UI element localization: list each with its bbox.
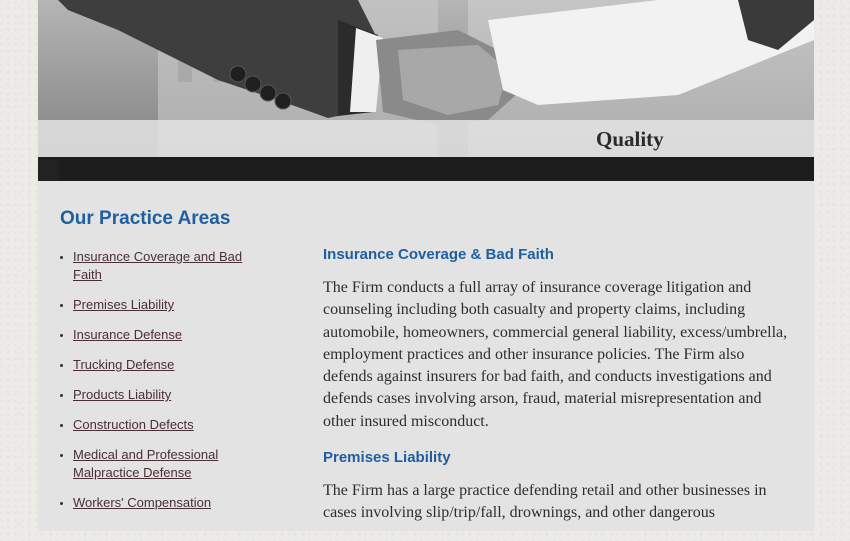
list-item: Insurance Defense	[60, 326, 260, 344]
list-item: Workers' Compensation	[60, 494, 260, 512]
list-item: Construction Defects	[60, 416, 260, 434]
hero-banner: Quality	[38, 0, 814, 181]
practice-link-insurance-defense[interactable]: Insurance Defense	[73, 327, 182, 342]
hero-caption: Quality	[596, 127, 664, 151]
list-item: Medical and Professional Malpractice Def…	[60, 446, 260, 482]
practice-areas-list: Insurance Coverage and Bad Faith Premise…	[60, 248, 260, 512]
section-heading: Insurance Coverage & Bad Faith	[323, 246, 554, 263]
practice-link-construction-defects[interactable]: Construction Defects	[73, 417, 194, 432]
sidebar-title: Our Practice Areas	[60, 208, 231, 229]
practice-link-trucking-defense[interactable]: Trucking Defense	[73, 357, 174, 372]
section-heading: Premises Liability	[323, 449, 451, 467]
page-container: Quality Our Practice Areas Insurance Cov…	[38, 0, 814, 531]
section-insurance-coverage: Insurance Coverage & Bad Faith The Firm …	[323, 246, 798, 433]
hero-caption-band	[38, 120, 814, 157]
list-item: Products Liability	[60, 386, 260, 404]
practice-link-premises-liability[interactable]: Premises Liability	[73, 297, 174, 312]
practice-link-workers-compensation[interactable]: Workers' Compensation	[73, 495, 211, 510]
practice-link-insurance-coverage[interactable]: Insurance Coverage and Bad Faith	[73, 249, 242, 282]
section-body: The Firm conducts a full array of insura…	[323, 279, 788, 430]
section-body: The Firm has a large practice defending …	[323, 482, 767, 522]
section-premises-liability: Premises Liability The Firm has a large …	[323, 449, 798, 525]
main-content: Insurance Coverage & Bad Faith The Firm …	[323, 246, 798, 541]
practice-link-malpractice-defense[interactable]: Medical and Professional Malpractice Def…	[73, 447, 218, 480]
list-item: Premises Liability	[60, 296, 260, 314]
list-item: Trucking Defense	[60, 356, 260, 374]
practice-link-products-liability[interactable]: Products Liability	[73, 387, 171, 402]
practice-areas-sidebar: Our Practice Areas Insurance Coverage an…	[60, 208, 260, 524]
list-item: Insurance Coverage and Bad Faith	[60, 248, 260, 284]
